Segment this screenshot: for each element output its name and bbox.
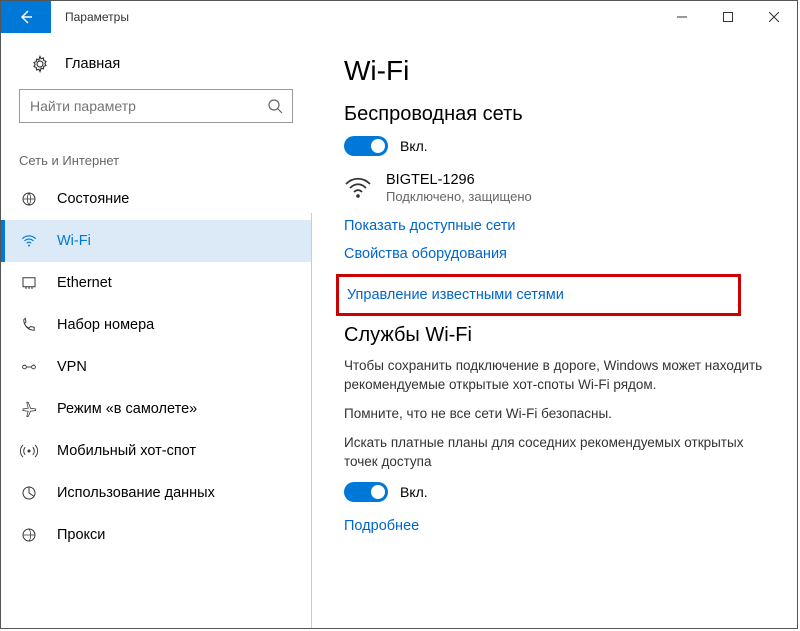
proxy-icon bbox=[19, 526, 39, 544]
wifi-signal-icon bbox=[344, 176, 372, 200]
minimize-icon bbox=[677, 12, 687, 22]
sidebar-item-dialup[interactable]: Набор номера bbox=[1, 304, 311, 346]
content: Wi-Fi Беспроводная сеть Вкл. BIGTEL-1296… bbox=[312, 33, 797, 628]
services-para-2: Помните, что не все сети Wi-Fi безопасны… bbox=[344, 405, 769, 424]
sidebar-item-label: VPN bbox=[57, 359, 87, 375]
sidebar-item-ethernet[interactable]: Ethernet bbox=[1, 262, 311, 304]
page-title: Wi-Fi bbox=[344, 55, 769, 87]
sidebar-item-status[interactable]: Состояние bbox=[1, 178, 311, 220]
wireless-header: Беспроводная сеть bbox=[344, 103, 769, 126]
sidebar-item-label: Прокси bbox=[57, 527, 105, 543]
services-para-3: Искать платные планы для соседних рекоме… bbox=[344, 434, 769, 472]
sidebar: Главная Сеть и Интернет Состояние bbox=[1, 33, 311, 628]
toggle-label: Вкл. bbox=[400, 138, 428, 154]
hotspot-icon bbox=[19, 442, 39, 460]
hardware-props-link[interactable]: Свойства оборудования bbox=[344, 246, 769, 262]
sidebar-item-label: Режим «в самолете» bbox=[57, 401, 197, 417]
services-header: Службы Wi-Fi bbox=[344, 324, 769, 347]
home-button[interactable]: Главная bbox=[1, 45, 311, 85]
sidebar-item-label: Набор номера bbox=[57, 317, 154, 333]
toggle-track bbox=[344, 136, 388, 156]
search-icon bbox=[267, 98, 283, 114]
sidebar-item-label: Ethernet bbox=[57, 275, 112, 291]
airplane-icon bbox=[19, 400, 39, 418]
wireless-toggle[interactable]: Вкл. bbox=[344, 136, 769, 156]
home-label: Главная bbox=[65, 56, 120, 72]
arrow-left-icon bbox=[18, 9, 34, 25]
network-status: Подключено, защищено bbox=[386, 189, 532, 204]
maximize-icon bbox=[723, 12, 733, 22]
minimize-button[interactable] bbox=[659, 1, 705, 33]
data-usage-icon bbox=[19, 484, 39, 502]
sidebar-item-vpn[interactable]: VPN bbox=[1, 346, 311, 388]
status-icon bbox=[19, 190, 39, 208]
services-para-1: Чтобы сохранить подключение в дороге, Wi… bbox=[344, 357, 769, 395]
manage-known-networks-link[interactable]: Управление известными сетями bbox=[336, 274, 741, 316]
sidebar-item-label: Состояние bbox=[57, 191, 129, 207]
sidebar-item-label: Wi-Fi bbox=[57, 233, 91, 249]
network-name: BIGTEL-1296 bbox=[386, 172, 532, 189]
sidebar-item-label: Мобильный хот-спот bbox=[57, 443, 196, 459]
window-title: Параметры bbox=[51, 1, 659, 33]
sidebar-item-airplane[interactable]: Режим «в самолете» bbox=[1, 388, 311, 430]
sidebar-item-proxy[interactable]: Прокси bbox=[1, 514, 311, 556]
search-input[interactable] bbox=[19, 89, 293, 123]
sidebar-item-data-usage[interactable]: Использование данных bbox=[1, 472, 311, 514]
vpn-icon bbox=[19, 358, 39, 376]
learn-more-link[interactable]: Подробнее bbox=[344, 518, 769, 534]
gear-icon bbox=[31, 55, 49, 73]
services-toggle[interactable]: Вкл. bbox=[344, 482, 769, 502]
dialup-icon bbox=[19, 316, 39, 334]
sidebar-item-wifi[interactable]: Wi-Fi bbox=[1, 220, 311, 262]
maximize-button[interactable] bbox=[705, 1, 751, 33]
sidebar-item-label: Использование данных bbox=[57, 485, 215, 501]
section-header: Сеть и Интернет bbox=[1, 135, 311, 178]
show-networks-link[interactable]: Показать доступные сети bbox=[344, 218, 769, 234]
current-network[interactable]: BIGTEL-1296 Подключено, защищено bbox=[344, 172, 769, 204]
titlebar: Параметры bbox=[1, 1, 797, 33]
toggle-track bbox=[344, 482, 388, 502]
sidebar-item-hotspot[interactable]: Мобильный хот-спот bbox=[1, 430, 311, 472]
ethernet-icon bbox=[19, 274, 39, 292]
close-button[interactable] bbox=[751, 1, 797, 33]
back-button[interactable] bbox=[1, 1, 51, 33]
close-icon bbox=[769, 12, 779, 22]
toggle-label: Вкл. bbox=[400, 484, 428, 500]
wifi-icon bbox=[19, 232, 39, 250]
